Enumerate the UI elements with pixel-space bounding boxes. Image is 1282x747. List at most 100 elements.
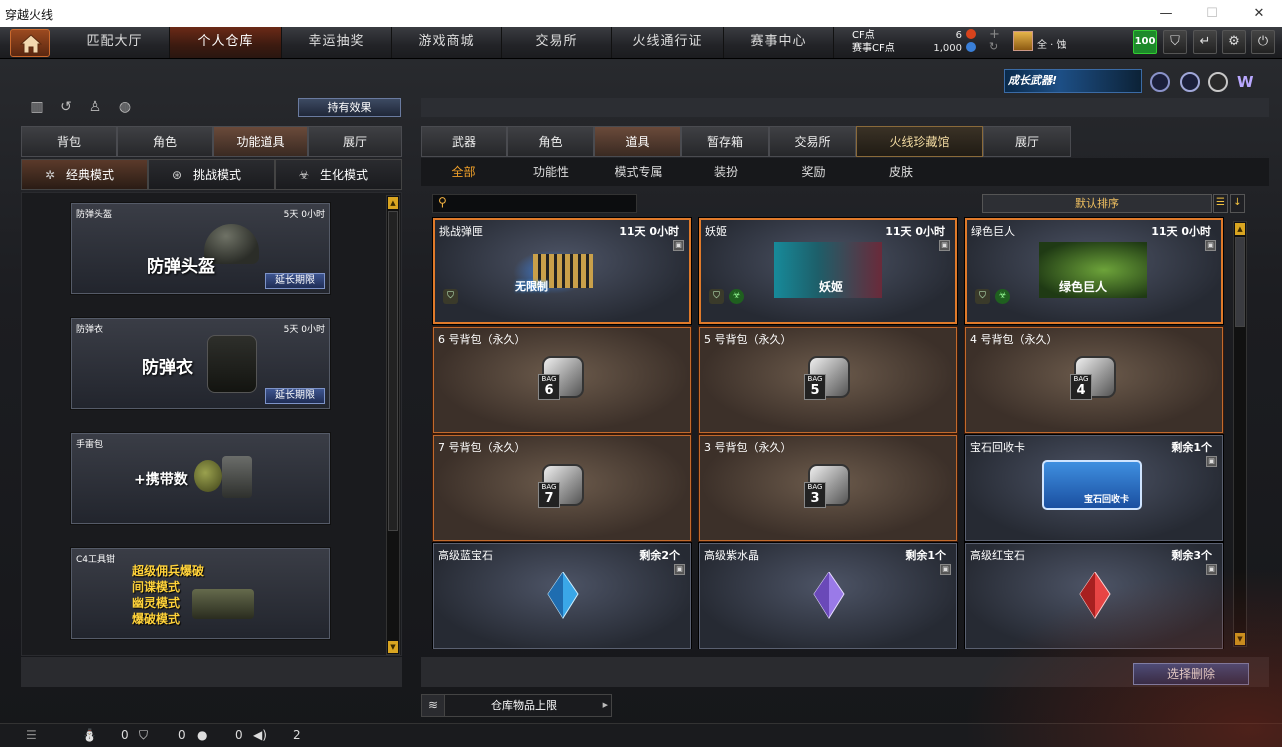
lock-icon[interactable]: ▣ bbox=[1206, 456, 1217, 467]
subtab-all[interactable]: 全部 bbox=[421, 158, 506, 186]
item-card[interactable]: 绿色巨人 11天 0小时 ▣ 绿色巨人 ⛉ ☣ bbox=[965, 218, 1223, 324]
shield-icon[interactable]: ⛉ bbox=[1163, 30, 1187, 54]
right-tab-gallery[interactable]: 展厅 bbox=[983, 126, 1071, 157]
return-icon[interactable]: ↵ bbox=[1193, 30, 1217, 54]
bag-number: 5 bbox=[810, 383, 820, 398]
scroll-down-icon[interactable]: ▼ bbox=[388, 641, 398, 653]
chat-icon[interactable]: ● bbox=[197, 728, 207, 742]
lock-icon[interactable]: ▣ bbox=[674, 564, 685, 575]
right-tab-collection[interactable]: 火线珍藏馆 bbox=[856, 126, 983, 157]
lock-icon[interactable]: ▣ bbox=[1205, 240, 1216, 251]
star-burst-icon[interactable] bbox=[1208, 72, 1228, 92]
friends-icon[interactable]: ⛄ bbox=[82, 728, 97, 742]
mode-zombie[interactable]: ☣ 生化模式 bbox=[275, 159, 402, 190]
item-card[interactable]: 高级紫水晶 剩余1个 ▣ bbox=[699, 543, 957, 649]
right-tab-items[interactable]: 道具 bbox=[594, 126, 681, 157]
match-cf-coin-icon bbox=[966, 42, 976, 52]
speaker-icon[interactable]: ◀) bbox=[253, 728, 267, 742]
left-tab-function-items[interactable]: 功能道具 bbox=[213, 126, 308, 157]
refresh-icon[interactable]: ↻ bbox=[989, 40, 998, 53]
search-input[interactable]: ⚲ bbox=[432, 194, 637, 213]
item-card[interactable]: 宝石回收卡 剩余1个 ▣ 宝石回收卡 bbox=[965, 435, 1223, 541]
subtab-reward[interactable]: 奖励 bbox=[771, 158, 856, 186]
scroll-down-icon[interactable]: ▼ bbox=[1235, 633, 1245, 645]
item-card[interactable]: 高级蓝宝石 剩余2个 ▣ bbox=[433, 543, 691, 649]
capacity-limit-button[interactable]: ≋ 仓库物品上限 ▶ bbox=[421, 694, 612, 717]
extend-button[interactable]: 延长期限 bbox=[265, 273, 325, 289]
nav-tab-warehouse[interactable]: 个人仓库 bbox=[170, 27, 282, 58]
extend-button[interactable]: 延长期限 bbox=[265, 388, 325, 404]
power-icon[interactable]: ⏻ bbox=[1251, 30, 1275, 54]
item-card[interactable]: 妖姬 11天 0小时 ▣ 妖姬 ⛉ ☣ bbox=[699, 218, 957, 324]
home-button[interactable] bbox=[10, 29, 50, 57]
mode-classic[interactable]: ✲ 经典模式 bbox=[21, 159, 148, 190]
subtab-skin[interactable]: 皮肤 bbox=[856, 158, 946, 186]
lock-icon[interactable]: ▣ bbox=[1206, 564, 1217, 575]
level-badge[interactable]: 100 bbox=[1133, 30, 1157, 54]
item-card[interactable]: 7 号背包（永久） BAG 7 bbox=[433, 435, 691, 541]
left-tab-backpack[interactable]: 背包 bbox=[21, 126, 117, 157]
close-button[interactable]: ✕ bbox=[1236, 0, 1282, 27]
nav-tab-pass[interactable]: 火线通行证 bbox=[612, 27, 724, 58]
nav-tab-shop[interactable]: 游戏商城 bbox=[392, 27, 502, 58]
globe-icon[interactable] bbox=[1180, 72, 1200, 92]
lock-icon[interactable]: ▣ bbox=[939, 240, 950, 251]
sort-down-icon[interactable]: ↓ bbox=[1230, 194, 1245, 213]
c4-mode-line: 爆破模式 bbox=[132, 612, 181, 626]
sub-tabs: 全部 功能性 模式专属 装扮 奖励 皮肤 bbox=[421, 158, 1269, 186]
character-icon[interactable]: ♙ bbox=[86, 99, 104, 117]
mode-challenge[interactable]: ⊛ 挑战模式 bbox=[148, 159, 275, 190]
backpack-icon: BAG 6 bbox=[538, 352, 588, 404]
right-tab-weapons[interactable]: 武器 bbox=[421, 126, 507, 157]
item-card[interactable]: 高级红宝石 剩余3个 ▣ bbox=[965, 543, 1223, 649]
promo-banner[interactable]: 成长武器! bbox=[1004, 69, 1142, 93]
menu-icon[interactable]: ☰ bbox=[26, 728, 37, 742]
item-card[interactable]: 3 号背包（永久） BAG 3 bbox=[699, 435, 957, 541]
clan-icon[interactable]: ⛉ bbox=[139, 728, 148, 743]
subtab-mode-exclusive[interactable]: 模式专属 bbox=[596, 158, 681, 186]
left-scroll-thumb[interactable] bbox=[388, 211, 398, 531]
stats-icon[interactable]: ▥ bbox=[28, 99, 46, 117]
item-card[interactable]: 4 号背包（永久） BAG 4 bbox=[965, 327, 1223, 433]
scroll-up-icon[interactable]: ▲ bbox=[1235, 223, 1245, 235]
left-item-vest[interactable]: 防弹衣 5天 0小时 防弹衣 延长期限 bbox=[71, 318, 330, 409]
status-bar: ☰ ⛄ 0 ⛉ 0 ● 0 ◀) 2 bbox=[0, 723, 1282, 747]
avatar[interactable] bbox=[1013, 31, 1033, 51]
right-tab-character[interactable]: 角色 bbox=[507, 126, 594, 157]
nav-tab-match[interactable]: 匹配大厅 bbox=[60, 27, 170, 58]
nav-tab-events[interactable]: 赛事中心 bbox=[724, 27, 834, 58]
history-icon[interactable]: ↺ bbox=[57, 99, 75, 117]
bag-icon[interactable]: ◍ bbox=[116, 99, 134, 117]
nav-tab-lottery[interactable]: 幸运抽奖 bbox=[282, 27, 392, 58]
lock-icon[interactable]: ▣ bbox=[940, 564, 951, 575]
scroll-up-icon[interactable]: ▲ bbox=[388, 197, 398, 209]
list-view-icon[interactable]: ☰ bbox=[1213, 194, 1228, 213]
item-card[interactable]: 5 号背包（永久） BAG 5 bbox=[699, 327, 957, 433]
right-tab-storage[interactable]: 暂存箱 bbox=[681, 126, 769, 157]
right-tab-exchange[interactable]: 交易所 bbox=[769, 126, 856, 157]
item-card[interactable]: 6 号背包（永久） BAG 6 bbox=[433, 327, 691, 433]
left-tab-gallery[interactable]: 展厅 bbox=[308, 126, 402, 157]
select-delete-button[interactable]: 选择删除 bbox=[1133, 663, 1249, 685]
left-tab-character[interactable]: 角色 bbox=[117, 126, 213, 157]
maximize-button[interactable]: ☐ bbox=[1189, 0, 1235, 27]
left-scrollbar[interactable]: ▲ ▼ bbox=[386, 195, 400, 655]
grid-scrollbar[interactable]: ▲ ▼ bbox=[1233, 221, 1247, 647]
nav-tab-exchange[interactable]: 交易所 bbox=[502, 27, 612, 58]
item-card[interactable]: 挑战弹匣 11天 0小时 ▣ 无限制 ⛉ bbox=[433, 218, 691, 324]
subtab-outfit[interactable]: 装扮 bbox=[681, 158, 771, 186]
w-logo-icon[interactable]: W bbox=[1237, 72, 1257, 92]
sort-dropdown[interactable]: 默认排序 bbox=[982, 194, 1212, 213]
shield-badge-icon[interactable] bbox=[1150, 72, 1170, 92]
gear-icon[interactable]: ⚙ bbox=[1222, 30, 1246, 54]
left-item-helmet[interactable]: 防弹头盔 5天 0小时 防弹头盔 延长期限 bbox=[71, 203, 330, 294]
left-item-grenade-pack[interactable]: 手雷包 +携带数 bbox=[71, 433, 330, 524]
minimize-button[interactable]: — bbox=[1143, 0, 1189, 27]
cf-labels: CF点 赛事CF点 bbox=[852, 29, 895, 55]
left-item-c4-pliers[interactable]: C4工具钳 超级佣兵爆破 间谍模式 幽灵模式 爆破模式 bbox=[71, 548, 330, 639]
subtab-functional[interactable]: 功能性 bbox=[506, 158, 596, 186]
layers-icon: ≋ bbox=[422, 695, 445, 716]
grid-scroll-thumb[interactable] bbox=[1235, 237, 1245, 327]
hold-effect-button[interactable]: 持有效果 bbox=[298, 98, 401, 117]
lock-icon[interactable]: ▣ bbox=[673, 240, 684, 251]
